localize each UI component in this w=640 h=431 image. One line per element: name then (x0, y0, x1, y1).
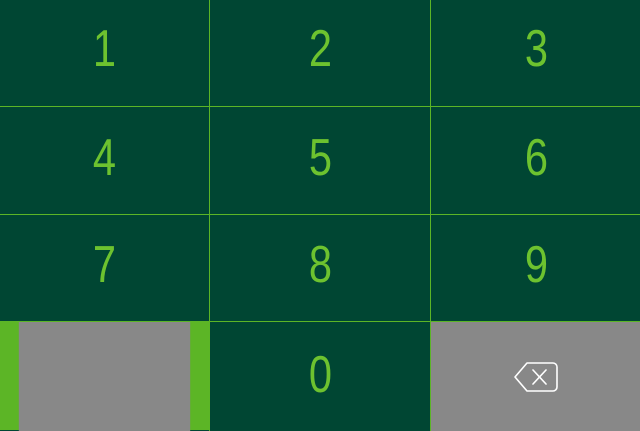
key-6-label: 6 (524, 128, 548, 187)
key-5-label: 5 (308, 128, 332, 187)
empty-key (18, 322, 191, 431)
key-3[interactable]: 3 (431, 0, 640, 106)
key-7[interactable]: 7 (0, 215, 209, 321)
key-5[interactable]: 5 (210, 107, 430, 214)
key-8[interactable]: 8 (210, 215, 430, 321)
key-6[interactable]: 6 (431, 107, 640, 214)
key-0-label: 0 (308, 345, 332, 404)
backspace-icon (514, 361, 558, 392)
key-4[interactable]: 4 (0, 107, 209, 214)
backspace-button[interactable] (431, 322, 640, 431)
key-9-label: 9 (524, 236, 548, 294)
key-1[interactable]: 1 (0, 0, 209, 106)
key-4-label: 4 (92, 128, 117, 187)
key-2[interactable]: 2 (210, 0, 430, 106)
key-8-label: 8 (308, 236, 332, 294)
key-1-label: 1 (92, 20, 117, 78)
key-2-label: 2 (308, 20, 332, 78)
key-9[interactable]: 9 (431, 215, 640, 321)
numeric-keypad: 1 2 3 4 5 6 7 8 9 0 (0, 0, 640, 431)
key-0[interactable]: 0 (210, 322, 430, 431)
key-7-label: 7 (92, 236, 117, 294)
key-3-label: 3 (524, 20, 548, 78)
